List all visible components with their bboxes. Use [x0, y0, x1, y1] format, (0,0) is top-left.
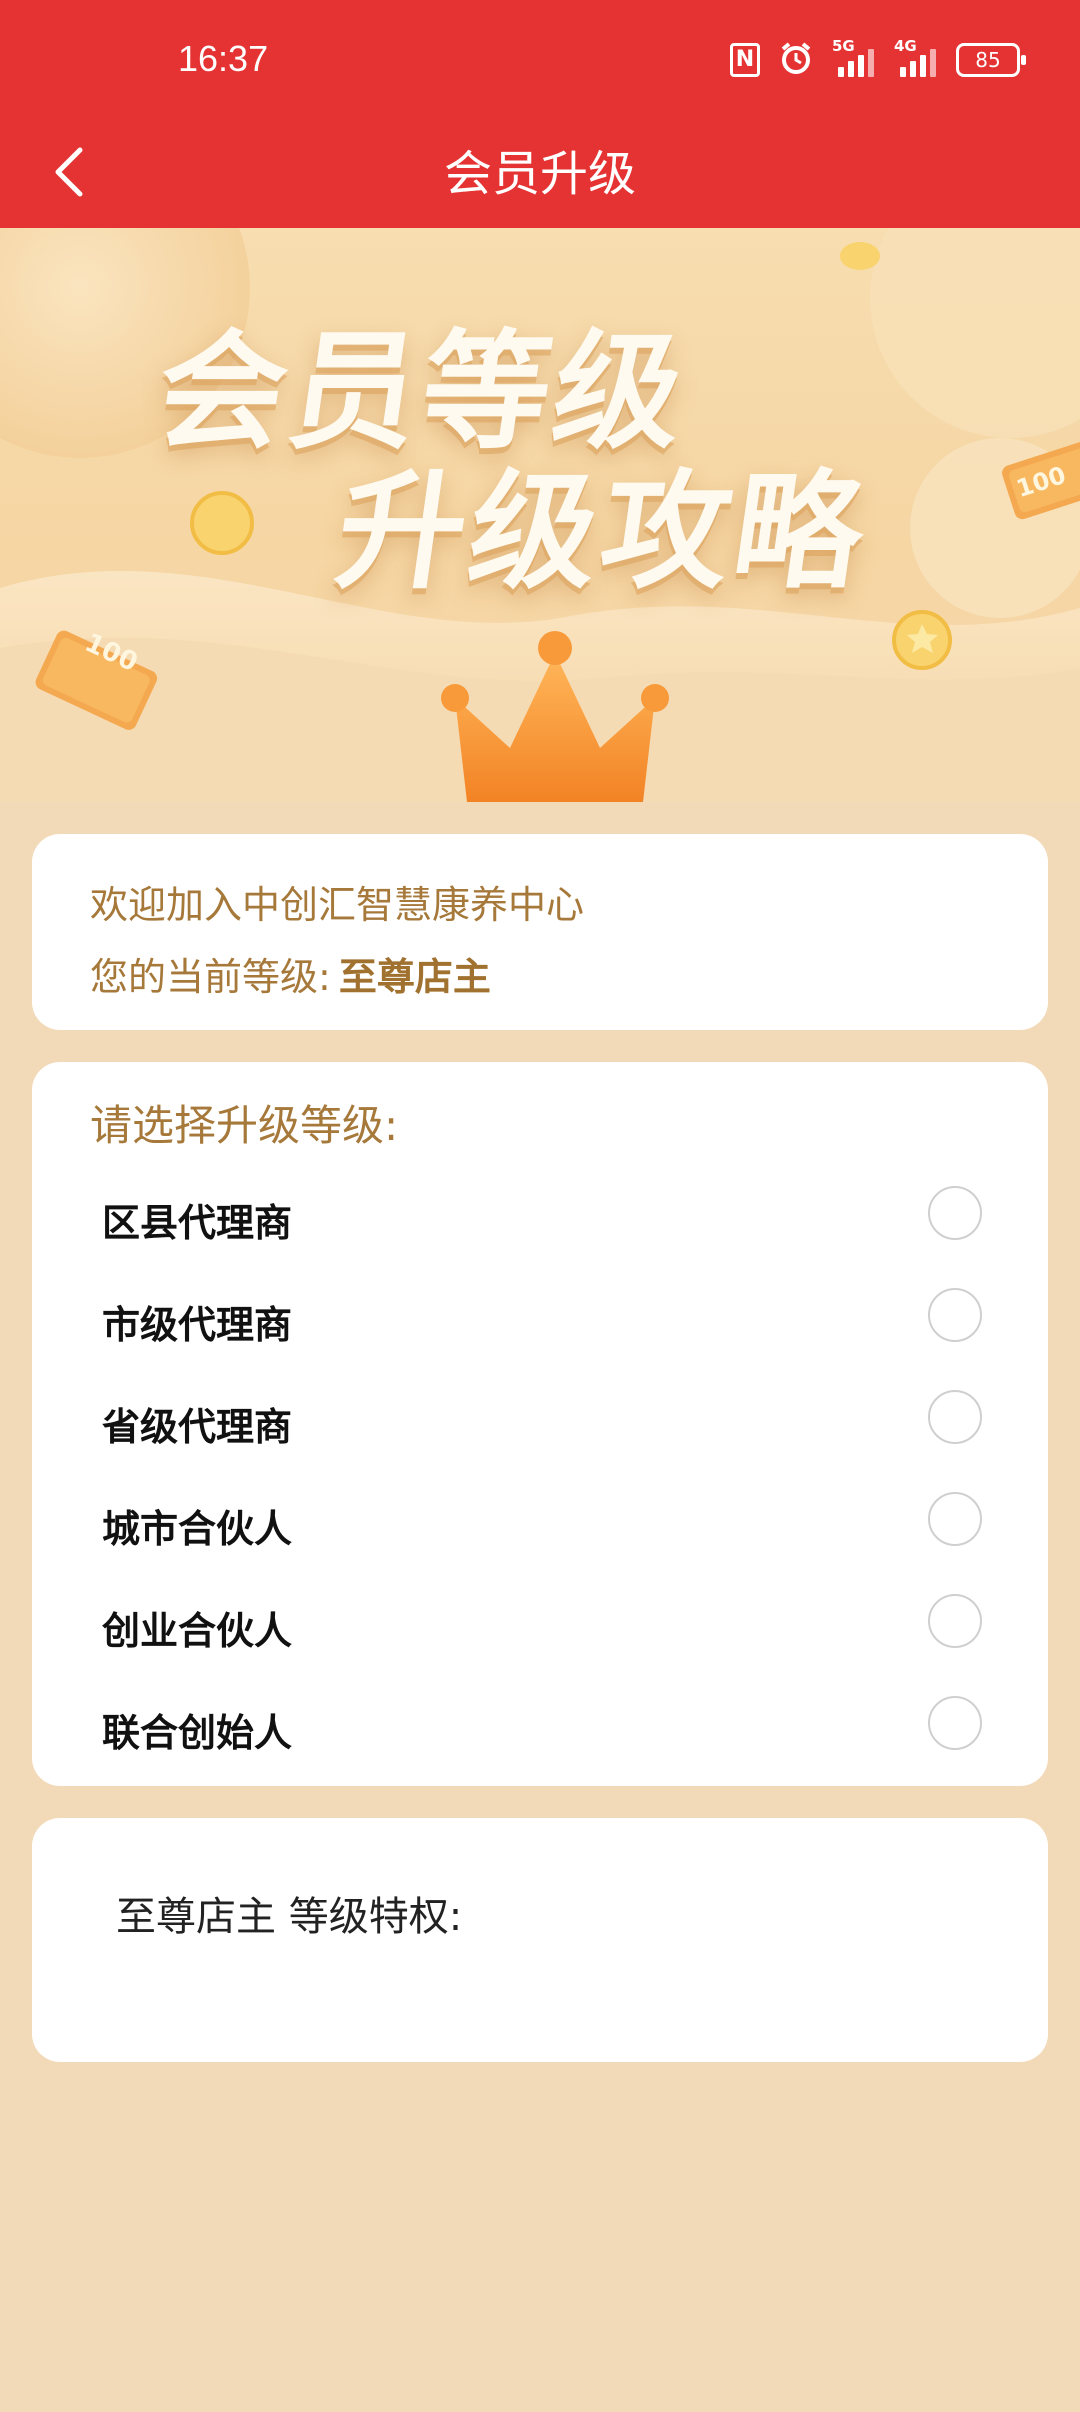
nfc-icon: N [730, 43, 760, 77]
status-icons: N 5G 4G 85 [730, 37, 1026, 80]
current-level-value: 至尊店主 [338, 955, 491, 999]
upgrade-option-co-founder[interactable]: 联合创始人 [32, 1676, 1048, 1778]
alarm-icon [778, 40, 814, 80]
option-radio[interactable] [928, 1492, 982, 1546]
option-radio[interactable] [928, 1288, 982, 1342]
page-title: 会员升级 [443, 146, 636, 202]
option-radio[interactable] [928, 1390, 982, 1444]
option-label: 联合创始人 [102, 1711, 293, 1755]
nav-bar: 会员升级 [0, 120, 1080, 228]
signal-4g-label: 4G [894, 37, 917, 55]
upgrade-option-county-agent[interactable]: 区县代理商 [32, 1166, 1048, 1268]
status-time: 16:37 [178, 38, 269, 79]
banner-title-line2: 升级攻略 [327, 458, 877, 607]
signal-4g-icon: 4G [894, 37, 938, 77]
welcome-text: 欢迎加入中创汇智慧康养中心 [90, 883, 585, 927]
battery-indicator: 85 [956, 43, 1026, 77]
option-label: 创业合伙人 [102, 1609, 293, 1653]
upgrade-option-city-agent[interactable]: 市级代理商 [32, 1268, 1048, 1370]
option-radio[interactable] [928, 1696, 982, 1750]
level-privilege-card: 至尊店主 等级特权: [32, 1818, 1048, 2062]
promo-banner: 会员等级 升级攻略 100 100 [0, 228, 1080, 802]
option-radio[interactable] [928, 1594, 982, 1648]
signal-5g-icon: 5G [832, 37, 876, 77]
upgrade-option-startup-partner[interactable]: 创业合伙人 [32, 1574, 1048, 1676]
top-header: 16:37 N 5G 4G 85 会员升级 [0, 0, 1080, 228]
option-label: 区县代理商 [102, 1201, 293, 1245]
option-label: 省级代理商 [102, 1405, 293, 1449]
option-radio[interactable] [928, 1186, 982, 1240]
member-info-card: 欢迎加入中创汇智慧康养中心 您的当前等级: 至尊店主 [32, 834, 1048, 1030]
option-label: 城市合伙人 [102, 1507, 293, 1551]
upgrade-option-city-partner[interactable]: 城市合伙人 [32, 1472, 1048, 1574]
signal-5g-label: 5G [832, 37, 855, 55]
upgrade-section-title: 请选择升级等级: [90, 1101, 399, 1150]
privilege-title: 至尊店主 等级特权: [116, 1894, 463, 1940]
current-level-label: 您的当前等级: [90, 955, 331, 999]
status-bar: 16:37 N 5G 4G 85 [0, 0, 1080, 120]
upgrade-options-card: 请选择升级等级: 区县代理商 市级代理商 省级代理商 城市合伙人 创业合伙人 联… [32, 1062, 1048, 1786]
upgrade-option-province-agent[interactable]: 省级代理商 [32, 1370, 1048, 1472]
current-level-line: 您的当前等级: 至尊店主 [90, 946, 491, 1001]
option-label: 市级代理商 [102, 1303, 293, 1347]
